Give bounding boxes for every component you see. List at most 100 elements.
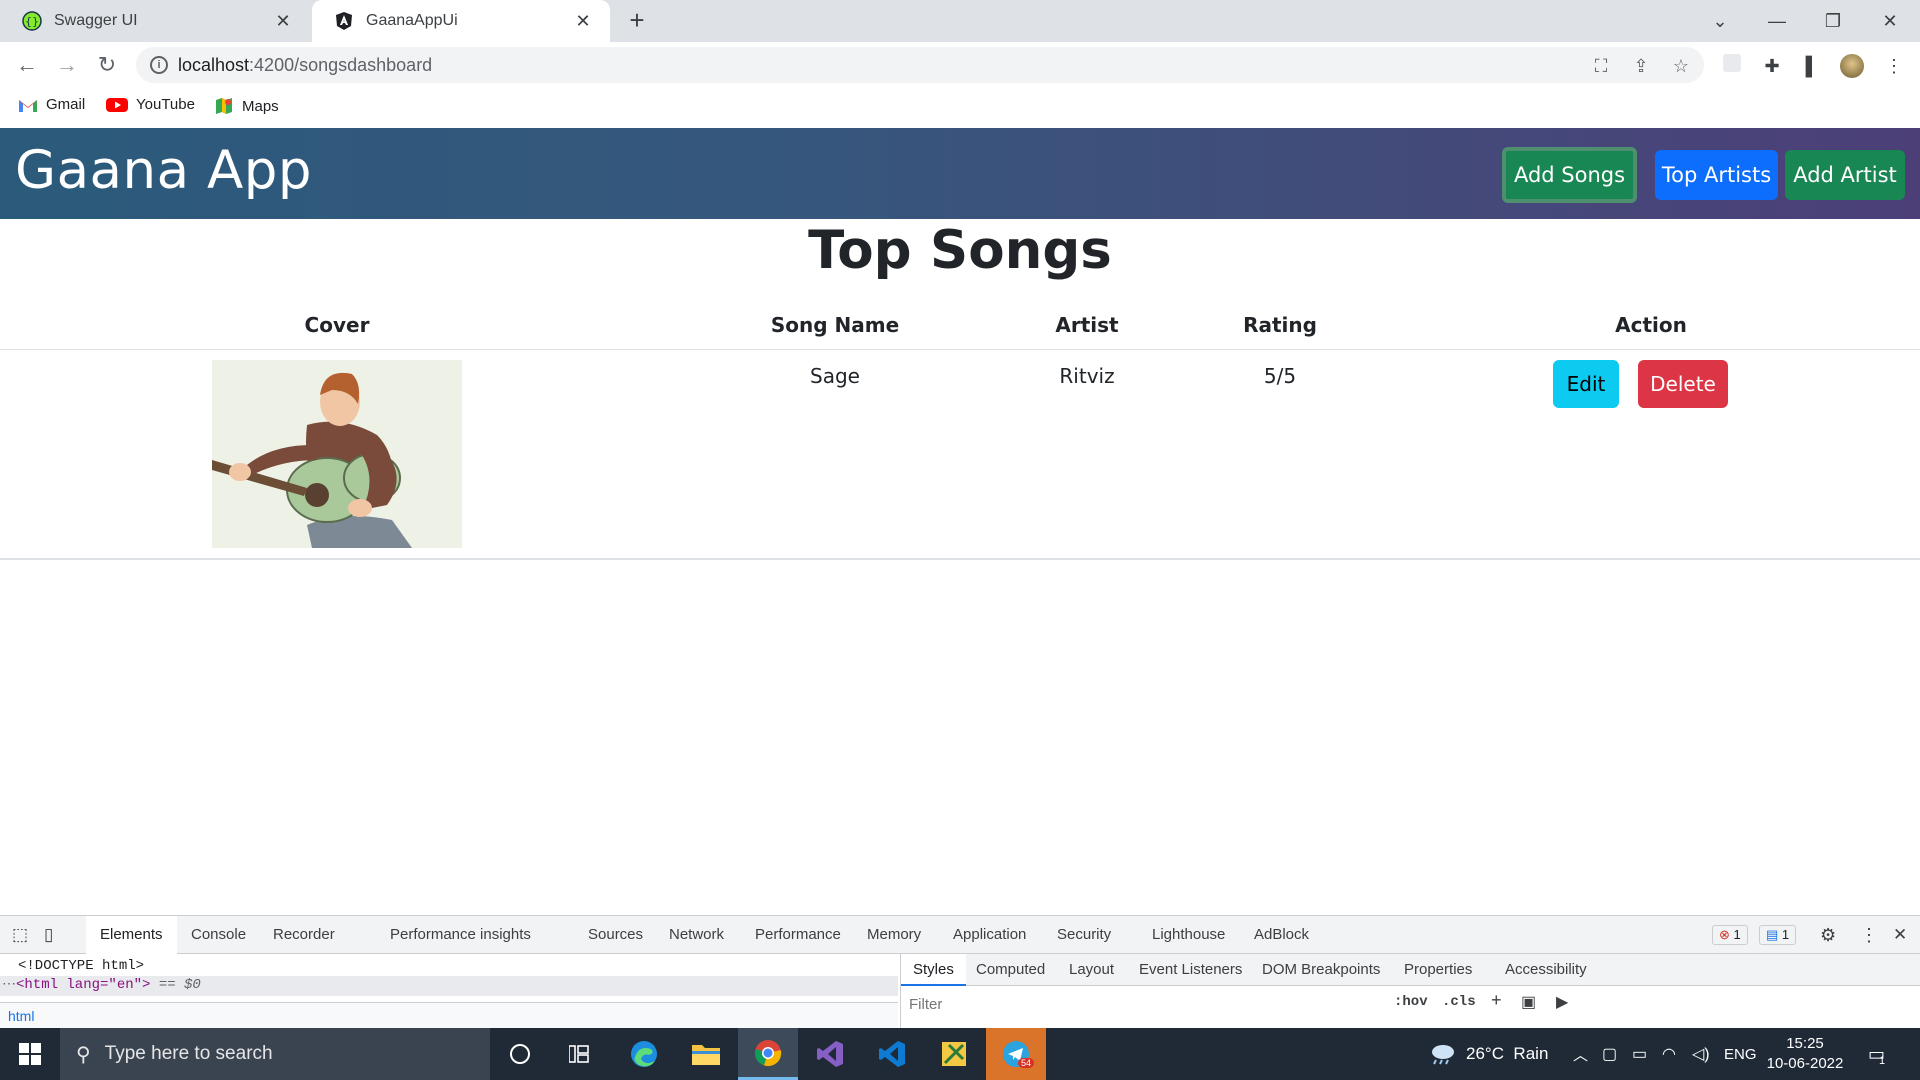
bookmark-maps[interactable]: Maps: [214, 96, 279, 116]
doctype-node[interactable]: <!DOCTYPE html>: [18, 958, 144, 974]
devtools-tab-performance[interactable]: Performance: [755, 916, 841, 954]
settings-gear-icon[interactable]: ⚙: [1820, 916, 1836, 954]
url-text[interactable]: localhost:4200/songsdashboard: [178, 55, 432, 76]
class-toggle[interactable]: .cls: [1442, 994, 1476, 1010]
styles-tab-accessibility[interactable]: Accessibility: [1505, 954, 1587, 986]
error-icon: ⊗: [1719, 927, 1730, 942]
translate-icon[interactable]: ⛶: [1590, 55, 1612, 77]
devtools-tab-network[interactable]: Network: [669, 916, 724, 954]
forward-arrow-icon[interactable]: →: [50, 48, 84, 82]
meet-now-icon[interactable]: ▢: [1602, 1028, 1617, 1080]
new-style-rule-icon[interactable]: +: [1491, 990, 1502, 1011]
devtools-tab-console[interactable]: Console: [191, 916, 246, 954]
delete-button[interactable]: Delete: [1638, 360, 1728, 408]
error-count-badge[interactable]: ⊗ 1: [1712, 925, 1748, 945]
bookmark-gmail[interactable]: Gmail: [18, 96, 85, 113]
bookmark-star-icon[interactable]: ☆: [1670, 55, 1692, 77]
task-view-icon[interactable]: [550, 1028, 610, 1080]
edge-icon[interactable]: [614, 1028, 674, 1080]
clock-time: 15:25: [1786, 1035, 1824, 1052]
address-bar[interactable]: i localhost:4200/songsdashboard ⛶ ⇪ ☆: [136, 47, 1704, 83]
inspect-element-icon[interactable]: ⬚: [12, 916, 28, 954]
taskbar-search-box[interactable]: ⚲ Type here to search: [60, 1028, 490, 1080]
back-arrow-icon[interactable]: ←: [10, 48, 44, 82]
share-icon[interactable]: ⇪: [1630, 55, 1652, 77]
restore-button[interactable]: ❐: [1808, 0, 1858, 42]
wifi-icon[interactable]: ◠: [1662, 1028, 1676, 1080]
brand-title[interactable]: Gaana App: [15, 140, 312, 201]
close-icon[interactable]: ✕: [572, 10, 594, 32]
devtools-tab-sources[interactable]: Sources: [588, 916, 643, 954]
html-node-selected[interactable]: ⋯<html lang="en"> == $0: [0, 976, 898, 996]
volume-icon[interactable]: ◁): [1692, 1028, 1710, 1080]
browser-toolbar: ← → ↻ i localhost:4200/songsdashboard ⛶ …: [0, 42, 1920, 88]
devtools-tab-security[interactable]: Security: [1057, 916, 1111, 954]
element-state-icon[interactable]: ▣: [1521, 992, 1536, 1012]
artist-cell: Ritviz: [1059, 364, 1115, 388]
window-close-button[interactable]: ✕: [1865, 0, 1915, 42]
styles-tab-dom-breakpoints[interactable]: DOM Breakpoints: [1262, 954, 1380, 986]
devtools-tab-adblock[interactable]: AdBlock: [1254, 916, 1309, 954]
styles-tab-computed[interactable]: Computed: [976, 954, 1045, 986]
telegram-icon[interactable]: 54: [986, 1028, 1046, 1080]
devtools-close-icon[interactable]: ✕: [1893, 916, 1907, 954]
devtools-tab-lighthouse[interactable]: Lighthouse: [1152, 916, 1225, 954]
add-artist-button[interactable]: Add Artist: [1785, 150, 1905, 200]
battery-icon[interactable]: ▭: [1632, 1028, 1647, 1080]
profile-avatar[interactable]: [1840, 54, 1864, 78]
bookmark-label: YouTube: [136, 96, 195, 113]
devtools-menu-icon[interactable]: ⋮: [1860, 916, 1878, 954]
devtools-tab-application[interactable]: Application: [953, 916, 1026, 954]
windows-taskbar: ⚲ Type here to search 54 26°C Rain ︿ ▢ ▭…: [0, 1028, 1920, 1080]
taskbar-search-placeholder: Type here to search: [104, 1043, 273, 1064]
table-row-divider: [0, 558, 1920, 560]
bookmark-youtube[interactable]: YouTube: [106, 96, 195, 113]
minimize-button[interactable]: —: [1752, 0, 1802, 42]
language-indicator[interactable]: ENG: [1724, 1028, 1757, 1080]
tab-search-chevron-icon[interactable]: ⌄: [1695, 0, 1745, 42]
top-artists-button[interactable]: Top Artists: [1655, 150, 1778, 200]
add-songs-button[interactable]: Add Songs: [1502, 147, 1637, 203]
new-tab-button[interactable]: +: [624, 7, 650, 34]
notification-center-icon[interactable]: ▭ 1: [1868, 1028, 1885, 1080]
message-count-badge[interactable]: ▤ 1: [1759, 925, 1797, 945]
styles-tab-styles[interactable]: Styles: [901, 954, 966, 986]
windows-start-icon[interactable]: [0, 1028, 60, 1080]
selected-node-marker: == $0: [150, 977, 201, 993]
vscode-icon[interactable]: [862, 1028, 922, 1080]
youtube-icon: [106, 97, 128, 113]
python-app-icon[interactable]: [924, 1028, 984, 1080]
edit-button[interactable]: Edit: [1553, 360, 1619, 408]
dom-breadcrumb[interactable]: html: [8, 1008, 34, 1024]
devtools-tab-memory[interactable]: Memory: [867, 916, 921, 954]
cortana-icon[interactable]: [490, 1028, 550, 1080]
tab-gaana-app-ui[interactable]: GaanaAppUi ✕: [312, 0, 610, 42]
close-icon[interactable]: ✕: [272, 10, 294, 32]
toggle-sidebar-icon[interactable]: ▶: [1556, 992, 1568, 1012]
reload-icon[interactable]: ↻: [90, 48, 124, 82]
extensions-puzzle-icon[interactable]: ✚: [1760, 54, 1784, 78]
app-navbar: Gaana App Add Songs Top Artists Add Arti…: [0, 128, 1920, 219]
hover-state-toggle[interactable]: :hov: [1394, 994, 1428, 1010]
bookmarks-bar: Gmail YouTube Maps: [0, 88, 1920, 128]
devtools-tab-elements[interactable]: Elements: [86, 916, 177, 954]
styles-filter-input[interactable]: [909, 992, 1389, 1016]
extension-placeholder-icon[interactable]: [1720, 54, 1744, 78]
side-panel-icon[interactable]: ▌: [1800, 54, 1824, 78]
hidden-icons-chevron[interactable]: ︿: [1573, 1028, 1588, 1080]
clock[interactable]: 15:25 10-06-2022: [1766, 1028, 1844, 1080]
tab-swagger-ui[interactable]: {} Swagger UI ✕: [0, 0, 310, 42]
weather-widget[interactable]: 26°C Rain: [1428, 1028, 1548, 1080]
styles-tab-properties[interactable]: Properties: [1404, 954, 1472, 986]
visual-studio-icon[interactable]: [800, 1028, 860, 1080]
file-explorer-icon[interactable]: [676, 1028, 736, 1080]
device-toolbar-icon[interactable]: ▯: [44, 916, 53, 954]
styles-tab-layout[interactable]: Layout: [1069, 954, 1114, 986]
devtools-tab-performance-insights[interactable]: Performance insights: [390, 916, 531, 954]
chrome-icon[interactable]: [738, 1028, 798, 1080]
site-info-icon[interactable]: i: [150, 56, 168, 74]
styles-tab-event-listeners[interactable]: Event Listeners: [1139, 954, 1242, 986]
devtools-tab-recorder[interactable]: Recorder: [273, 916, 335, 954]
menu-kebab-icon[interactable]: ⋮: [1882, 54, 1906, 78]
url-host: localhost: [178, 55, 250, 75]
